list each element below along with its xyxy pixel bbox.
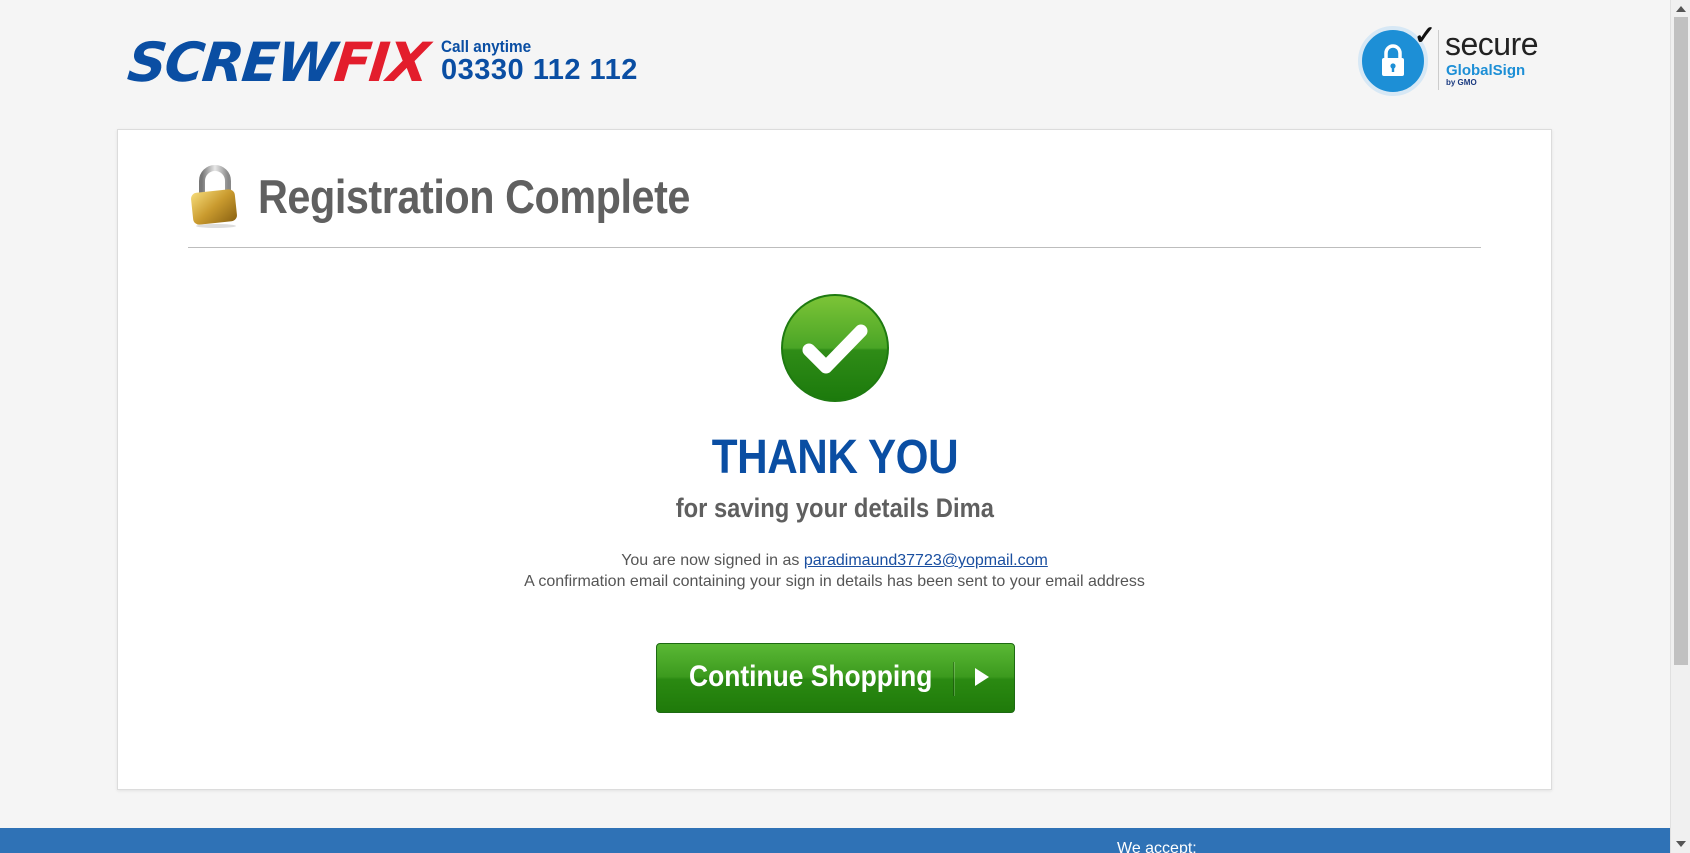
globalsign-secure-badge[interactable]: ✓ secure GlobalSign by GMO	[1358, 20, 1548, 96]
padlock-icon	[188, 163, 242, 229]
continue-shopping-button[interactable]: Continue Shopping	[656, 643, 1015, 713]
thank-you-heading: THANK YOU	[711, 431, 958, 484]
badge-divider	[1438, 30, 1439, 90]
scroll-thumb[interactable]	[1674, 17, 1688, 665]
continue-shopping-label: Continue Shopping	[689, 660, 933, 693]
secure-word: secure	[1445, 26, 1539, 62]
scroll-up-icon[interactable]	[1676, 6, 1686, 12]
globalsign-label: GlobalSign	[1446, 62, 1526, 79]
title-divider	[188, 247, 1481, 248]
screwfix-logo[interactable]: SCREWFIX	[125, 31, 431, 94]
confirmation-message: A confirmation email containing your sig…	[524, 573, 1145, 590]
signed-in-message: You are now signed in as paradimaund3772…	[118, 552, 1551, 570]
registration-card: Registration Complete THANK YOU for savi…	[117, 129, 1552, 790]
logo-text-fix: FIX	[331, 31, 431, 94]
check-circle-icon	[780, 293, 890, 403]
play-arrow-icon	[975, 668, 989, 686]
logo-text-screw: SCREW	[124, 31, 338, 94]
phone-number[interactable]: 03330 112 112	[441, 54, 638, 87]
thank-you-subtitle: for saving your details Dima	[675, 493, 994, 523]
checkmark-icon: ✓	[1414, 20, 1436, 50]
button-separator	[953, 662, 954, 696]
gmo-label: by GMO	[1446, 78, 1477, 87]
page-header: SCREWFIX Call anytime 03330 112 112 ✓ se…	[0, 0, 1670, 130]
page-footer: We accept:	[0, 828, 1670, 853]
signed-in-prefix: You are now signed in as	[621, 552, 800, 569]
scroll-down-icon[interactable]	[1676, 841, 1686, 847]
page-title: Registration Complete	[258, 170, 690, 223]
account-email-link[interactable]: paradimaund37723@yopmail.com	[804, 552, 1048, 569]
vertical-scrollbar[interactable]	[1670, 0, 1690, 853]
we-accept-label: We accept:	[1117, 840, 1197, 853]
